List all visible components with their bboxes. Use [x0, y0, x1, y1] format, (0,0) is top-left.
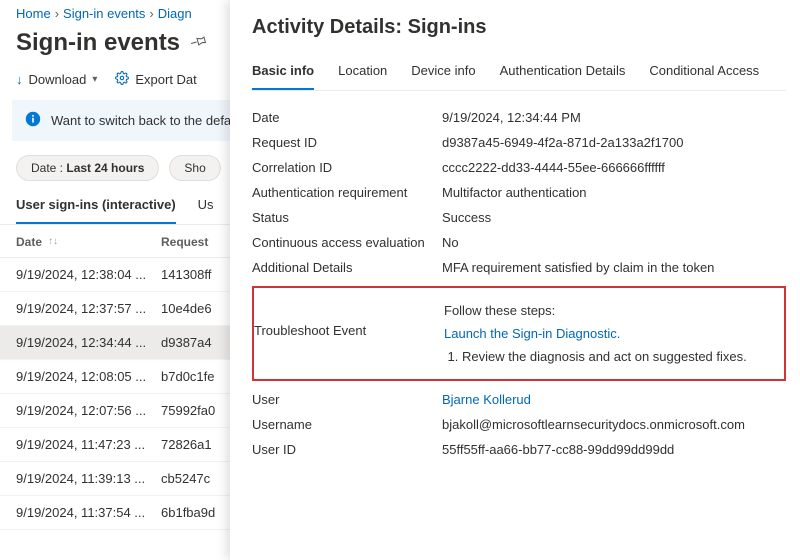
tab-interactive[interactable]: User sign-ins (interactive) — [16, 189, 176, 224]
troubleshoot-highlight: Troubleshoot Event Follow these steps: L… — [252, 286, 786, 381]
value-date: 9/19/2024, 12:34:44 PM — [442, 110, 786, 125]
troubleshoot-intro: Follow these steps: — [444, 303, 776, 318]
label-cae: Continuous access evaluation — [252, 235, 442, 250]
cell-date: 9/19/2024, 11:37:54 ... — [16, 505, 161, 520]
chevron-right-icon: › — [149, 6, 153, 21]
label-correlation-id: Correlation ID — [252, 160, 442, 175]
troubleshoot-step: Review the diagnosis and act on suggeste… — [462, 349, 776, 364]
cell-date: 9/19/2024, 12:07:56 ... — [16, 403, 161, 418]
download-button[interactable]: ↓Download ▾ — [16, 72, 97, 87]
label-user-id: User ID — [252, 442, 442, 457]
cell-date: 9/19/2024, 12:08:05 ... — [16, 369, 161, 384]
tab-basic-info[interactable]: Basic info — [252, 55, 314, 90]
value-user-id: 55ff55ff-aa66-bb77-cc88-99dd99dd99dd — [442, 442, 786, 457]
tab-device-info[interactable]: Device info — [411, 55, 475, 90]
value-additional-details: MFA requirement satisfied by claim in th… — [442, 260, 786, 275]
breadcrumb-signin-events[interactable]: Sign-in events — [63, 6, 145, 21]
value-auth-requirement: Multifactor authentication — [442, 185, 786, 200]
label-user: User — [252, 392, 442, 407]
value-cae: No — [442, 235, 786, 250]
cell-date: 9/19/2024, 11:47:23 ... — [16, 437, 161, 452]
chevron-down-icon: ▾ — [92, 74, 97, 85]
label-troubleshoot: Troubleshoot Event — [254, 303, 444, 338]
export-button[interactable]: Export Dat — [115, 71, 196, 88]
panel-title: Activity Details: Sign-ins — [252, 16, 786, 39]
info-icon — [25, 111, 41, 130]
label-additional-details: Additional Details — [252, 260, 442, 275]
gear-icon — [115, 71, 129, 88]
filter-date-pill[interactable]: Date : Last 24 hours — [16, 155, 159, 181]
details-panel: Activity Details: Sign-ins Basic info Lo… — [230, 0, 800, 560]
download-icon: ↓ — [16, 72, 23, 87]
column-header-date[interactable]: Date — [16, 235, 42, 249]
tab-conditional-access[interactable]: Conditional Access — [649, 55, 759, 90]
label-username: Username — [252, 417, 442, 432]
value-request-id: d9387a45-6949-4f2a-871d-2a133a2f1700 — [442, 135, 786, 150]
cell-date: 9/19/2024, 11:39:13 ... — [16, 471, 161, 486]
cell-date: 9/19/2024, 12:34:44 ... — [16, 335, 161, 350]
value-correlation-id: cccc2222-dd33-4444-55ee-666666ffffff — [442, 160, 786, 175]
cell-date: 9/19/2024, 12:38:04 ... — [16, 267, 161, 282]
filter-other-pill[interactable]: Sho — [169, 155, 220, 181]
label-date: Date — [252, 110, 442, 125]
tab-auth-details[interactable]: Authentication Details — [500, 55, 626, 90]
value-username: bjakoll@microsoftlearnsecuritydocs.onmic… — [442, 417, 786, 432]
cell-date: 9/19/2024, 12:37:57 ... — [16, 301, 161, 316]
page-title: Sign-in events — [16, 29, 180, 57]
user-link[interactable]: Bjarne Kollerud — [442, 392, 531, 407]
value-status: Success — [442, 210, 786, 225]
label-status: Status — [252, 210, 442, 225]
launch-diagnostic-link[interactable]: Launch the Sign-in Diagnostic. — [444, 326, 620, 341]
pin-icon[interactable] — [186, 30, 210, 56]
label-auth-requirement: Authentication requirement — [252, 185, 442, 200]
chevron-right-icon: › — [55, 6, 59, 21]
tab-location[interactable]: Location — [338, 55, 387, 90]
info-banner-text: Want to switch back to the defa — [51, 113, 231, 128]
breadcrumb-home[interactable]: Home — [16, 6, 51, 21]
tab-other[interactable]: Us — [198, 189, 214, 224]
breadcrumb-diagnose[interactable]: Diagn — [158, 6, 192, 21]
sort-icon[interactable]: ↑↓ — [48, 238, 58, 246]
label-request-id: Request ID — [252, 135, 442, 150]
